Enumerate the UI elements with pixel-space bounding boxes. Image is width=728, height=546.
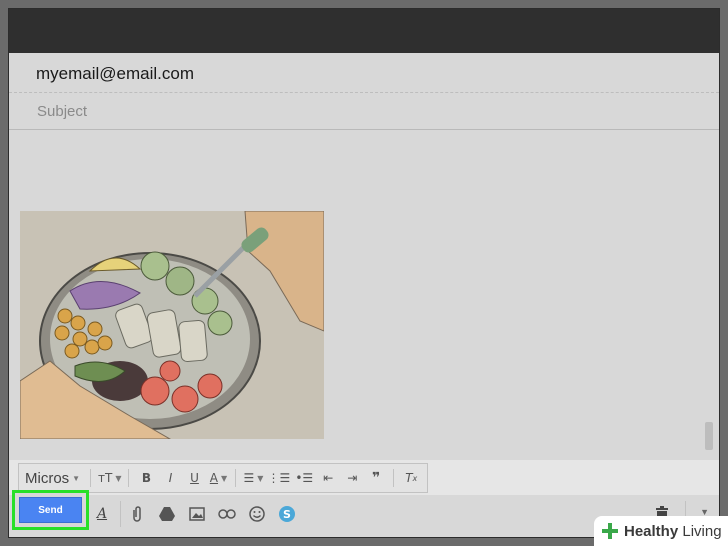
toolbar-divider (90, 469, 91, 487)
toolbar-divider (235, 469, 237, 487)
watermark-brand-bold: Healthy (624, 522, 679, 540)
watermark-text: Healthy Living (624, 523, 722, 540)
attach-icon[interactable] (127, 504, 147, 524)
align-icon[interactable]: ☰ ▼ (243, 467, 264, 489)
drive-icon[interactable] (157, 504, 177, 524)
font-select[interactable]: Micros ▼ (25, 470, 83, 487)
body-scrollbar[interactable] (703, 132, 713, 456)
emoji-icon[interactable] (247, 504, 267, 524)
text-color-icon[interactable]: A ▼ (208, 467, 228, 489)
chevron-down-icon: ▼ (72, 473, 81, 483)
bold-icon[interactable]: B (136, 467, 156, 489)
underline-icon[interactable]: U (184, 467, 204, 489)
watermark-brand-light: Living (682, 522, 722, 540)
svg-text:S: S (283, 508, 291, 521)
compose-window: myemail@email.com Subject Micros ▼ ᴛT ▼ … (8, 8, 720, 538)
attached-image[interactable] (20, 211, 324, 439)
remove-formatting-icon[interactable]: Tx (401, 467, 421, 489)
formatting-toolbar: Micros ▼ ᴛT ▼ B I U A ▼ ☰ ▼ ⋮☰ •☰ ⇤ ⇥ ❞ Tx (18, 463, 428, 493)
toolbar-divider (393, 469, 395, 487)
bottom-divider (120, 501, 121, 527)
numbered-list-icon[interactable]: ⋮☰ (267, 467, 290, 489)
send-highlight: Send (12, 490, 89, 530)
to-field[interactable]: myemail@email.com (9, 53, 719, 93)
link-icon[interactable] (217, 504, 237, 524)
photo-icon[interactable] (187, 504, 207, 524)
indent-more-icon[interactable]: ⇥ (342, 467, 362, 489)
formatting-icon[interactable]: A (92, 504, 112, 524)
healthy-living-logo-icon (602, 523, 618, 539)
to-value: myemail@email.com (36, 64, 195, 83)
indent-less-icon[interactable]: ⇤ (318, 467, 338, 489)
font-select-value: Micros (25, 469, 70, 487)
bulleted-list-icon[interactable]: •☰ (294, 467, 314, 489)
message-body[interactable] (9, 130, 719, 460)
subject-placeholder: Subject (37, 103, 88, 120)
title-bar (9, 9, 719, 53)
send-button[interactable]: Send (19, 497, 82, 523)
watermark: Healthy Living (594, 516, 728, 546)
subject-field[interactable]: Subject (9, 93, 719, 130)
italic-icon[interactable]: I (160, 467, 180, 489)
quote-icon[interactable]: ❞ (366, 467, 386, 489)
toolbar-divider (128, 469, 130, 487)
skype-icon[interactable]: S (277, 504, 297, 524)
font-size-icon[interactable]: ᴛT ▼ (98, 467, 121, 489)
scroll-thumb[interactable] (705, 422, 713, 450)
